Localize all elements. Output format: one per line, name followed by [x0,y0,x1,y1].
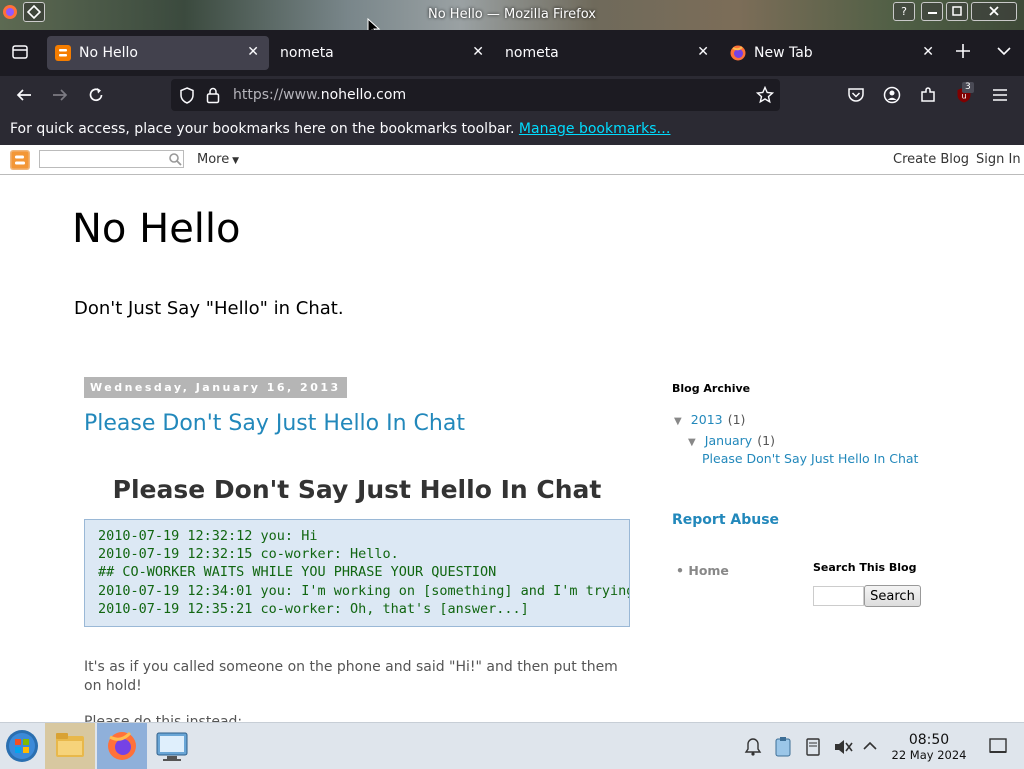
tab-nometa-2[interactable]: nometa ✕ [497,36,719,70]
magnifier-icon[interactable] [168,152,182,166]
url-text[interactable]: https://www.nohello.com [233,87,406,103]
start-menu-icon[interactable] [3,727,41,765]
tab-nometa-1[interactable]: nometa ✕ [272,36,494,70]
chevron-down-icon[interactable] [995,44,1013,58]
tab-label: nometa [280,45,334,61]
blogger-icon [55,45,71,61]
clock-date[interactable]: 22 May 2024 [888,748,970,762]
more-label: More [197,152,230,167]
clock-time[interactable]: 08:50 [891,732,967,748]
list-all-tabs-icon[interactable] [5,34,35,72]
blogger-search-input[interactable] [39,150,184,168]
post-heading: Please Don't Say Just Hello In Chat [112,475,602,504]
post-title-link[interactable]: Please Don't Say Just Hello In Chat [84,411,465,436]
archive-month-link[interactable]: January [705,433,752,448]
chat-log-code-block: 2010-07-19 12:32:12 you: Hi 2010-07-19 1… [84,519,630,627]
close-tab-icon[interactable]: ✕ [922,44,934,60]
reload-icon[interactable] [81,76,111,114]
volume-muted-icon[interactable] [832,737,854,757]
chat-log-line: ## CO-WORKER WAITS WHILE YOU PHRASE YOUR… [98,564,497,580]
tab-no-hello[interactable]: No Hello ✕ [47,36,269,70]
clipboard-tray-icon[interactable] [773,736,793,758]
home-link-item: • Home [676,563,729,578]
maximize-icon[interactable] [946,2,968,21]
chat-log-line: 2010-07-19 12:32:12 you: Hi [98,528,318,544]
dropdown-caret-icon: ▼ [229,156,240,166]
close-tab-icon[interactable]: ✕ [472,44,484,60]
tab-label: New Tab [754,45,813,61]
help-icon[interactable]: ? [893,2,915,21]
file-manager-taskbar-button[interactable] [45,723,95,769]
blogger-logo-icon[interactable] [10,150,30,170]
show-hidden-icons-chevron-icon[interactable] [862,739,878,753]
bookmarks-message-text: For quick access, place your bookmarks h… [10,121,515,137]
blog-search-button[interactable]: Search [864,585,921,607]
chat-log-line: 2010-07-19 12:35:21 co-worker: Oh, that'… [98,601,529,617]
notifications-bell-icon[interactable] [743,737,763,757]
storage-tray-icon[interactable] [803,737,823,757]
create-blog-link[interactable]: Create Blog [893,152,969,167]
tab-new-tab[interactable]: New Tab ✕ [722,36,944,70]
sign-in-link[interactable]: Sign In [976,152,1021,167]
lock-icon[interactable] [206,87,220,104]
blog-description: Don't Just Say "Hello" in Chat. [74,298,344,319]
address-bar[interactable]: https://www.nohello.com [171,79,780,111]
search-blog-heading: Search This Blog [813,561,917,574]
system-monitor-taskbar-button[interactable] [152,727,192,765]
url-prefix: https://www. [233,87,321,103]
blogger-navbar: More ▼ Create Blog Sign In [0,145,1024,175]
navigation-toolbar: https://www.nohello.com u 3 [0,76,1024,114]
new-tab-plus-icon[interactable] [954,42,972,60]
extension-badge: 3 [962,82,974,93]
bookmark-star-icon[interactable] [756,86,774,104]
bookmarks-toolbar: For quick access, place your bookmarks h… [0,114,1024,145]
chat-log-line: 2010-07-19 12:32:15 co-worker: Hello. [98,546,399,562]
more-menu[interactable]: More ▼ [197,152,239,167]
post-paragraph: It's as if you called someone on the pho… [84,659,618,694]
blog-search-input[interactable] [813,586,864,606]
bookmarks-message: For quick access, place your bookmarks h… [10,121,670,137]
show-desktop-icon[interactable] [988,737,1008,755]
archive-year-item: ▼ 2013 (1) [674,409,745,428]
close-window-icon[interactable] [971,2,1017,21]
minimize-icon[interactable] [921,2,943,21]
close-tab-icon[interactable]: ✕ [247,44,259,60]
tab-label: No Hello [79,45,138,61]
archive-month-count: (1) [757,433,775,448]
account-icon[interactable] [877,76,907,114]
blog-title[interactable]: No Hello [72,206,241,252]
archive-month-item: ▼ January (1) [688,430,775,449]
extensions-puzzle-icon[interactable] [913,76,943,114]
hamburger-menu-icon[interactable] [985,76,1015,114]
window-titlebar: No Hello — Mozilla Firefox ? [0,0,1024,38]
bullet: • [676,563,684,578]
archive-year-link[interactable]: 2013 [691,412,723,427]
pocket-icon[interactable] [841,76,871,114]
report-abuse-link[interactable]: Report Abuse [672,512,779,528]
manage-bookmarks-link[interactable]: Manage bookmarks… [519,121,671,137]
forward-arrow-icon[interactable] [45,76,75,114]
back-arrow-icon[interactable] [9,76,39,114]
firefox-icon [730,45,746,61]
home-link[interactable]: Home [688,563,729,578]
archive-post-link[interactable]: Please Don't Say Just Hello In Chat [702,451,918,466]
blog-archive-heading: Blog Archive [672,382,751,395]
shield-icon[interactable] [179,87,195,104]
archive-year-count: (1) [727,412,746,427]
expand-triangle-icon[interactable]: ▼ [688,437,696,448]
url-domain: nohello.com [320,87,407,103]
expand-triangle-icon[interactable]: ▼ [674,416,682,427]
chat-log-line: 2010-07-19 12:34:01 you: I'm working on … [98,583,630,599]
close-tab-icon[interactable]: ✕ [697,44,709,60]
firefox-taskbar-button[interactable] [97,723,147,769]
taskbar: 08:50 22 May 2024 [0,722,1024,769]
window-title: No Hello — Mozilla Firefox [428,7,596,22]
date-header: Wednesday, January 16, 2013 [84,377,347,398]
tab-bar: No Hello ✕ nometa ✕ nometa ✕ New Tab ✕ [0,30,1024,76]
tab-label: nometa [505,45,559,61]
